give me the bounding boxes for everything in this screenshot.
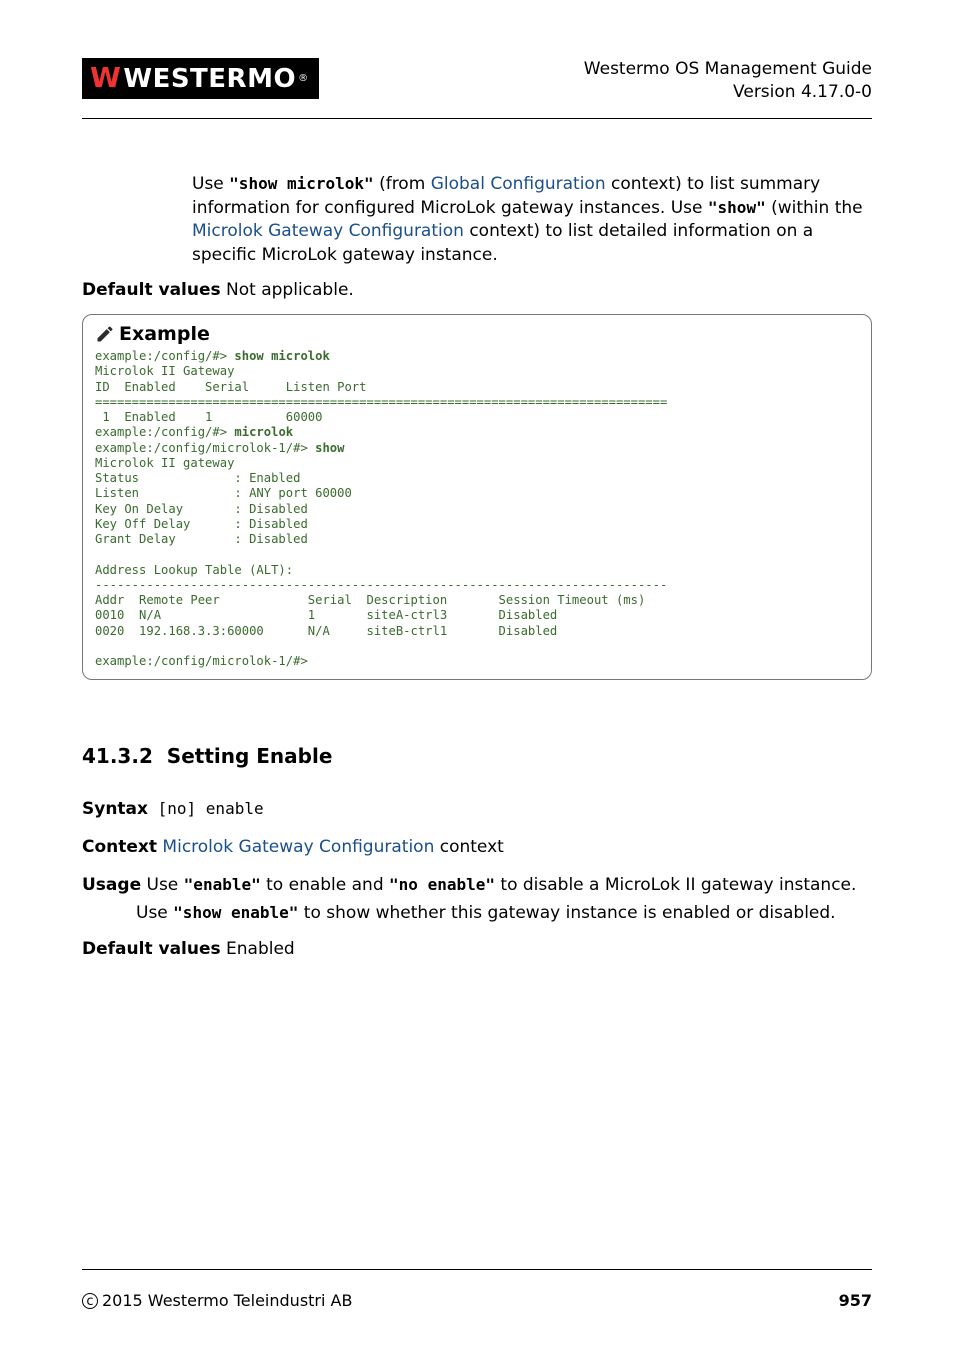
- context-after: context: [434, 837, 503, 857]
- text: to enable and: [261, 875, 389, 895]
- out: Grant Delay : Disabled: [95, 532, 308, 546]
- out: Status : Enabled: [95, 471, 300, 485]
- out: Microlok II Gateway: [95, 364, 234, 378]
- usage-label: Usage: [82, 875, 141, 895]
- text: to show whether this gateway instance is…: [298, 903, 835, 923]
- code-show-microlok: "show microlok": [229, 174, 374, 193]
- intro-text: Use "show microlok" (from Global Configu…: [192, 173, 872, 268]
- logo-text: WESTERMO: [123, 64, 296, 94]
- intro-paragraph: Use "show microlok" (from Global Configu…: [192, 173, 872, 268]
- prompt: example:/config/#>: [95, 349, 234, 363]
- text: to disable a MicroLok II gateway instanc…: [495, 875, 856, 895]
- text: Use: [141, 875, 184, 895]
- default-values-value: Not applicable.: [221, 280, 354, 300]
- text: (from: [374, 174, 431, 194]
- usage-p2: Use "show enable" to show whether this g…: [136, 902, 872, 926]
- link-global-configuration[interactable]: Global Configuration: [431, 174, 606, 194]
- syntax-label: Syntax: [82, 799, 148, 819]
- out: Addr Remote Peer Serial Description Sess…: [95, 593, 645, 607]
- link-microlok-gateway-configuration-2[interactable]: Microlok Gateway Configuration: [162, 837, 434, 857]
- out: 0020 192.168.3.3:60000 N/A siteB-ctrl1 D…: [95, 624, 557, 638]
- logo-registered: ®: [298, 73, 309, 84]
- default-values-row-1: Default values Not applicable.: [82, 280, 872, 300]
- header-title-block: Westermo OS Management Guide Version 4.1…: [584, 58, 872, 104]
- text: (within the: [766, 198, 863, 218]
- prompt: example:/config/microlok-1/#>: [95, 654, 308, 668]
- command: microlok: [234, 425, 293, 439]
- prompt: example:/config/#>: [95, 425, 234, 439]
- code-show-enable: "show enable": [173, 903, 298, 922]
- code-show: "show": [708, 198, 766, 217]
- context-row: Context Microlok Gateway Configuration c…: [82, 836, 872, 860]
- page-number: 957: [839, 1291, 872, 1311]
- out: ========================================…: [95, 395, 667, 409]
- out: ----------------------------------------…: [95, 578, 667, 592]
- pencil-icon: [95, 324, 115, 344]
- prompt: example:/config/microlok-1/#>: [95, 441, 315, 455]
- example-title-text: Example: [119, 323, 210, 345]
- terminal-output: example:/config/#> show microlok Microlo…: [95, 349, 859, 669]
- page-footer: c2015 Westermo Teleindustri AB 957: [82, 1291, 872, 1311]
- link-microlok-gateway-configuration[interactable]: Microlok Gateway Configuration: [192, 221, 464, 241]
- example-box: Example example:/config/#> show microlok…: [82, 314, 872, 680]
- default-values-label-2: Default values: [82, 939, 221, 959]
- out: ID Enabled Serial Listen Port: [95, 380, 367, 394]
- example-heading: Example: [95, 323, 859, 345]
- out: Key On Delay : Disabled: [95, 502, 308, 516]
- section-heading: 41.3.2 Setting Enable: [82, 744, 872, 768]
- copyright-text: 2015 Westermo Teleindustri AB: [102, 1291, 352, 1310]
- text: Use: [192, 174, 229, 194]
- text: Use: [136, 903, 173, 923]
- doc-title: Westermo OS Management Guide: [584, 58, 872, 81]
- code-enable: "enable": [184, 875, 261, 894]
- out: Listen : ANY port 60000: [95, 486, 352, 500]
- out: Key Off Delay : Disabled: [95, 517, 308, 531]
- code-no-enable: "no enable": [389, 875, 495, 894]
- syntax-row: Syntax [no] enable: [82, 798, 872, 822]
- usage-body: Use "show enable" to show whether this g…: [136, 902, 872, 926]
- section-title: Setting Enable: [167, 744, 333, 768]
- section-number: 41.3.2: [82, 744, 153, 768]
- logo: WWESTERMO®: [82, 58, 319, 99]
- command: show: [315, 441, 344, 455]
- logo-mark: W: [90, 61, 121, 94]
- command: show microlok: [234, 349, 329, 363]
- usage-row: Usage Use "enable" to enable and "no ena…: [82, 874, 872, 898]
- out: Address Lookup Table (ALT):: [95, 563, 293, 577]
- footer-rule: [82, 1269, 872, 1270]
- out: 0010 N/A 1 siteA-ctrl3 Disabled: [95, 608, 557, 622]
- header-rule: [82, 118, 872, 119]
- out: 1 Enabled 1 60000: [95, 410, 322, 424]
- context-label: Context: [82, 837, 157, 857]
- copyright-icon: c: [82, 1293, 98, 1309]
- copyright: c2015 Westermo Teleindustri AB: [82, 1291, 352, 1311]
- default-values-label: Default values: [82, 280, 221, 300]
- default-values-value-2: Enabled: [221, 939, 295, 959]
- page-header: WWESTERMO® Westermo OS Management Guide …: [82, 58, 872, 104]
- doc-version: Version 4.17.0-0: [584, 81, 872, 104]
- out: Microlok II gateway: [95, 456, 234, 470]
- default-values-row-2: Default values Enabled: [82, 938, 872, 962]
- syntax-value: [no] enable: [148, 799, 264, 818]
